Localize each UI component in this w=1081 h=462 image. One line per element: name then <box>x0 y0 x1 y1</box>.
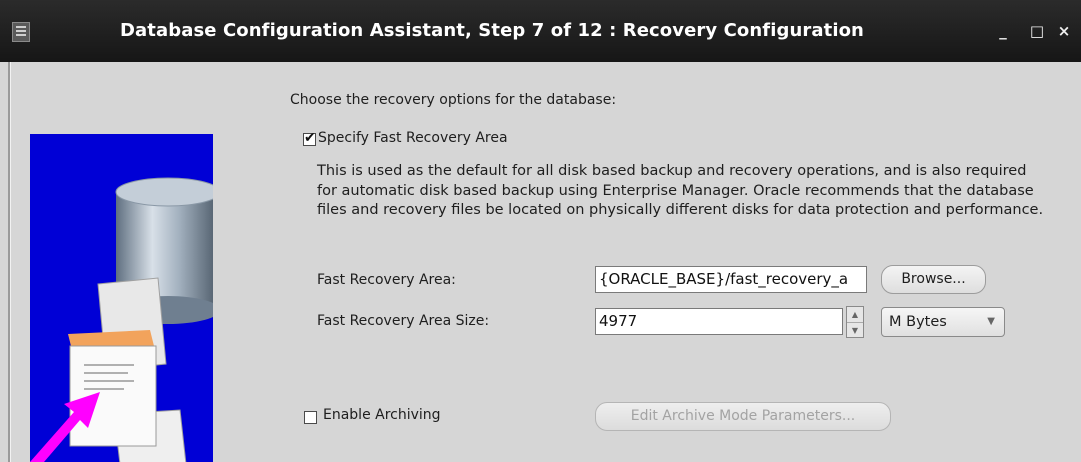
fra-size-label: Fast Recovery Area Size: <box>317 313 490 329</box>
edit-archive-params-button[interactable]: Edit Archive Mode Parameters... <box>595 402 891 431</box>
enable-archiving-label[interactable]: Enable Archiving <box>323 407 441 423</box>
fra-size-unit-select[interactable]: M Bytes ▼ <box>881 307 1005 337</box>
fra-size-unit-value: M Bytes <box>889 314 947 330</box>
checkmark-icon: ✔ <box>304 130 316 146</box>
fra-location-label: Fast Recovery Area: <box>317 272 456 288</box>
close-button[interactable]: × <box>1056 23 1072 39</box>
specify-fra-checkbox[interactable]: ✔ <box>303 130 316 146</box>
database-documents-graphic <box>30 177 213 462</box>
specify-fra-label[interactable]: Specify Fast Recovery Area <box>318 130 508 146</box>
title-bar[interactable]: Database Configuration Assistant, Step 7… <box>0 0 1081 62</box>
folder-icon <box>68 330 157 447</box>
minimize-button[interactable]: _ <box>995 23 1011 39</box>
spinner-up-icon[interactable]: ▲ <box>847 307 863 322</box>
chevron-down-icon: ▼ <box>987 316 995 327</box>
maximize-button[interactable]: □ <box>1029 23 1045 39</box>
browse-button[interactable]: Browse... <box>881 265 986 294</box>
fra-description: This is used as the default for all disk… <box>317 163 1044 218</box>
app-icon[interactable] <box>12 22 30 42</box>
recovery-options-intro: Choose the recovery options for the data… <box>290 92 617 108</box>
window-border <box>8 62 10 462</box>
spinner-down-icon[interactable]: ▼ <box>847 322 863 338</box>
enable-archiving-checkbox[interactable] <box>304 411 317 424</box>
fra-size-spinner[interactable]: ▲ ▼ <box>846 306 864 338</box>
fra-location-input[interactable]: {ORACLE_BASE}/fast_recovery_a <box>595 266 867 293</box>
step-illustration <box>30 134 213 462</box>
window-title: Database Configuration Assistant, Step 7… <box>120 20 864 41</box>
fra-size-input[interactable]: 4977 <box>595 308 843 335</box>
